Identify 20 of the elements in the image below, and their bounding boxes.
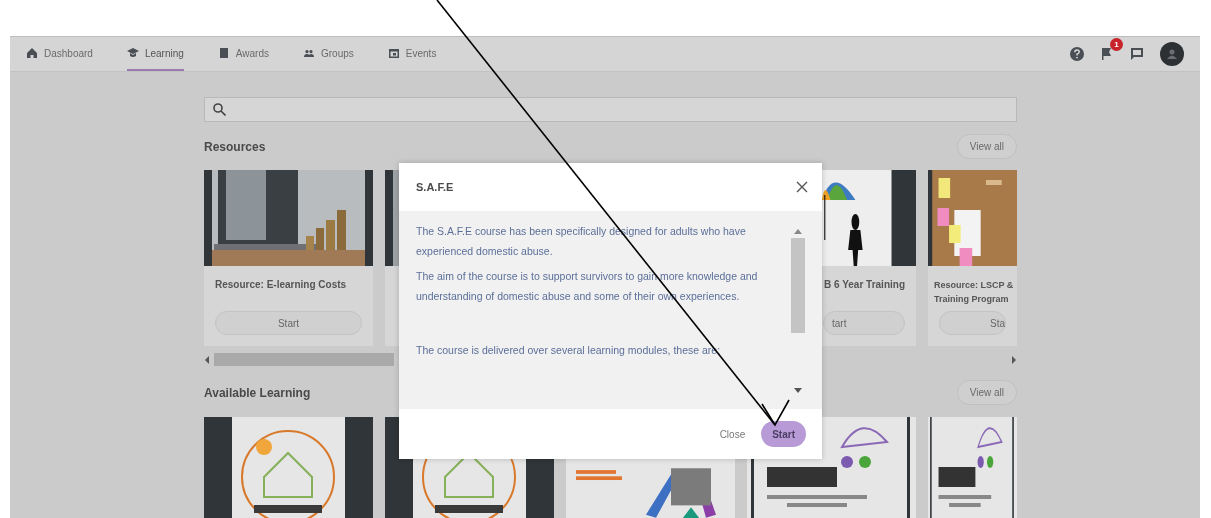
nav-tab[interactable]: Awards [217,37,269,71]
close-button[interactable]: Close [719,428,746,440]
nav-tab[interactable]: Groups [303,37,354,71]
view-all-button[interactable]: View all [956,134,1017,159]
start-button[interactable]: Start [761,421,806,447]
nav-tab[interactable]: Learning [126,37,184,71]
card-title: B 6 Year Training [824,278,905,292]
card-title: Resource: LSCP & [934,279,1014,292]
section-title: Available Learning [204,385,311,400]
start-button[interactable]: tart [823,311,905,335]
notification-badge: 1 [1110,38,1123,51]
section-title: Resources [204,139,266,154]
nav-tab[interactable]: Events [387,37,437,71]
nav-tab[interactable]: Dashboard [26,37,93,71]
dialog-title: S.A.F.E [416,181,454,193]
start-button[interactable]: Sta [939,311,1006,335]
card-title: Resource: E-learning Costs [215,278,347,292]
view-all-button[interactable]: View all [956,380,1017,405]
start-button[interactable]: Start [215,311,362,335]
card-title: Training Program [934,293,1009,306]
